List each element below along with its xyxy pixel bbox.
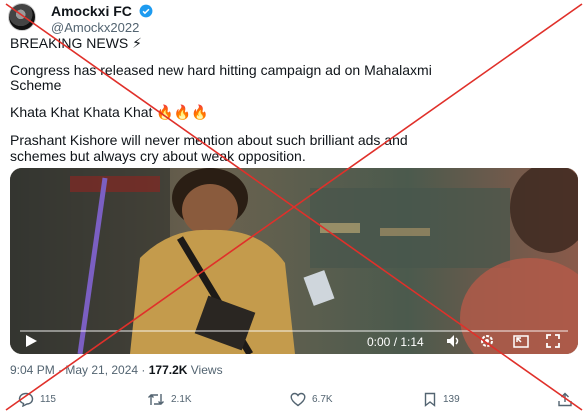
heart-icon [290,392,306,407]
bookmark-icon [424,392,436,407]
tweet-meta: 9:04 PM · May 21, 2024 · 177.2K Views [10,363,223,377]
views-count: 177.2K [148,363,188,377]
repost-button[interactable]: 2.1K [147,392,192,407]
reply-count: 115 [40,394,56,405]
tweet-line: BREAKING NEWS ⚡ [10,35,142,51]
tweet-line: Congress has released new hard hitting c… [10,62,432,78]
like-button[interactable]: 6.7K [290,392,333,407]
share-button[interactable] [557,392,573,407]
picture-in-picture-icon[interactable] [513,334,529,348]
repost-icon [148,394,164,405]
like-count: 6.7K [312,394,333,405]
video-controls: 0:00 / 1:14 [10,328,578,354]
reply-button[interactable]: 115 [18,392,56,407]
fullscreen-icon[interactable] [546,334,560,348]
video-frame [10,168,578,354]
tweet-line: Prashant Kishore will never mention abou… [10,132,408,148]
video-player[interactable]: 0:00 / 1:14 [10,168,578,354]
author-name[interactable]: Amockxi FC [51,4,132,19]
reply-icon [18,392,34,407]
bookmark-button[interactable]: 139 [423,392,460,407]
share-icon [558,392,572,407]
avatar[interactable] [8,3,36,31]
timestamp[interactable]: 9:04 PM · May 21, 2024 · [10,363,149,377]
tweet-line: schemes but always cry about weak opposi… [10,148,306,164]
video-time: 0:00 / 1:14 [367,335,424,349]
volume-icon[interactable] [446,334,462,348]
tweet-line: Scheme [10,77,62,93]
settings-icon[interactable] [480,334,494,348]
action-bar: 115 2.1K 6.7K 139 [0,392,586,410]
progress-bar[interactable] [20,330,568,332]
views-label: Views [187,363,223,377]
author-block: Amockxi FC @Amockx2022 [51,3,153,35]
author-handle[interactable]: @Amockx2022 [51,21,153,35]
repost-count: 2.1K [171,394,192,405]
bookmark-count: 139 [443,394,460,405]
play-icon[interactable] [24,334,38,348]
tweet-line: Khata Khat Khata Khat 🔥🔥🔥 [10,104,209,120]
verified-icon [139,4,153,18]
